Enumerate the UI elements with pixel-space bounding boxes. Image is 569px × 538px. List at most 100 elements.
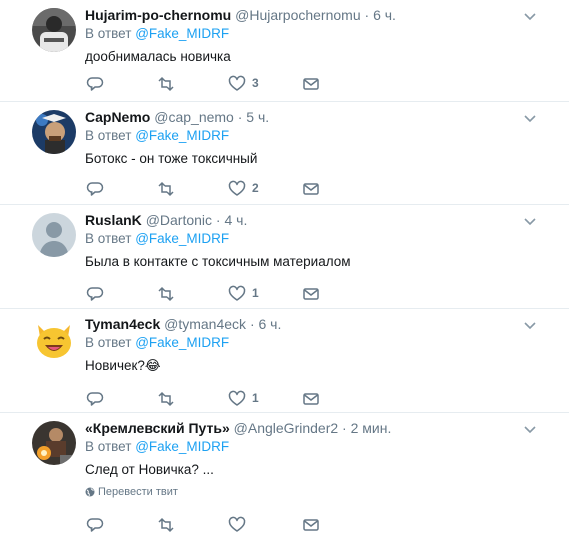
default-avatar-icon xyxy=(32,213,76,257)
avatar-image xyxy=(32,110,76,154)
like-count: 1 xyxy=(252,391,259,405)
reply-icon xyxy=(86,182,104,196)
dm-icon xyxy=(303,393,319,405)
tweet[interactable]: Hujarim-po-chernomu @Hujarpochernomu · 6… xyxy=(0,0,569,102)
display-name[interactable]: CapNemo xyxy=(85,109,150,125)
reply-context: В ответ @Fake_MIDRF xyxy=(85,25,229,43)
reply-context: В ответ @Fake_MIDRF xyxy=(85,334,229,352)
like-button[interactable]: 3 xyxy=(228,75,259,93)
timestamp[interactable]: 6 ч. xyxy=(373,7,396,23)
reply-button[interactable] xyxy=(86,390,104,408)
like-icon xyxy=(228,285,246,301)
retweet-icon xyxy=(158,517,174,533)
timestamp[interactable]: 2 мин. xyxy=(351,420,392,436)
separator-dot: · xyxy=(249,316,255,332)
separator-dot: · xyxy=(342,420,347,436)
reply-context: В ответ @Fake_MIDRF xyxy=(85,127,229,145)
retweet-icon xyxy=(158,391,174,407)
avatar-image xyxy=(32,421,76,465)
globe-icon xyxy=(85,487,95,501)
reply-prefix: В ответ xyxy=(85,439,132,454)
like-count: 2 xyxy=(252,181,259,195)
reply-mention-link[interactable]: @Fake_MIDRF xyxy=(135,128,229,143)
retweet-button[interactable] xyxy=(157,75,175,93)
user-handle[interactable]: @cap_nemo xyxy=(154,109,234,125)
reply-button[interactable] xyxy=(86,75,104,93)
reply-context: В ответ @Fake_MIDRF xyxy=(85,230,229,248)
avatar[interactable] xyxy=(32,8,76,52)
translate-tweet-link[interactable]: Перевести твит xyxy=(85,485,178,501)
direct-message-button[interactable] xyxy=(302,75,320,93)
retweet-button[interactable] xyxy=(157,285,175,303)
reply-prefix: В ответ xyxy=(85,335,132,350)
reply-mention-link[interactable]: @Fake_MIDRF xyxy=(135,26,229,41)
chevron-down-icon[interactable] xyxy=(524,421,536,437)
separator-dot: · xyxy=(215,212,221,228)
tweet-header: CapNemo @cap_nemo · 5 ч. xyxy=(85,108,269,126)
timestamp[interactable]: 6 ч. xyxy=(259,316,282,332)
reply-button[interactable] xyxy=(86,516,104,534)
retweet-button[interactable] xyxy=(157,180,175,198)
direct-message-button[interactable] xyxy=(302,516,320,534)
like-icon xyxy=(228,180,246,196)
like-button[interactable]: 2 xyxy=(228,180,259,198)
user-handle[interactable]: @AngleGrinder2 xyxy=(234,420,339,436)
chevron-down-icon[interactable] xyxy=(524,213,536,229)
dm-icon xyxy=(303,288,319,300)
display-name[interactable]: RuslanK xyxy=(85,212,142,228)
tweet-text: дообнималась новичка xyxy=(85,49,231,64)
user-handle[interactable]: @Dartonic xyxy=(146,212,212,228)
reply-icon xyxy=(86,287,104,301)
display-name[interactable]: Tyman4eck xyxy=(85,316,160,332)
like-count: 1 xyxy=(252,286,259,300)
dm-icon xyxy=(303,78,319,90)
tweet[interactable]: CapNemo @cap_nemo · 5 ч. В ответ @Fake_M… xyxy=(0,102,569,205)
tweet[interactable]: Tyman4eck @tyman4eck · 6 ч. В ответ @Fak… xyxy=(0,309,569,413)
like-button[interactable]: 1 xyxy=(228,285,259,303)
tweet-header: «Кремлевский Путь» @AngleGrinder2 · 2 ми… xyxy=(85,419,391,437)
retweet-button[interactable] xyxy=(157,516,175,534)
user-handle[interactable]: @Hujarpochernomu xyxy=(235,7,361,23)
reply-button[interactable] xyxy=(86,180,104,198)
tweet-text: Новичек?😂 xyxy=(85,358,161,373)
tweet-text: След от Новичка? ... xyxy=(85,462,214,477)
reply-icon xyxy=(86,518,104,532)
avatar[interactable] xyxy=(32,213,76,257)
retweet-icon xyxy=(158,181,174,197)
like-count: 3 xyxy=(252,76,259,90)
retweet-icon xyxy=(158,286,174,302)
display-name[interactable]: «Кремлевский Путь» xyxy=(85,420,230,436)
reply-mention-link[interactable]: @Fake_MIDRF xyxy=(135,231,229,246)
like-icon xyxy=(228,75,246,91)
tweet-header: RuslanK @Dartonic · 4 ч. xyxy=(85,211,247,229)
avatar[interactable] xyxy=(32,421,76,465)
avatar[interactable] xyxy=(32,110,76,154)
direct-message-button[interactable] xyxy=(302,390,320,408)
reply-mention-link[interactable]: @Fake_MIDRF xyxy=(135,439,229,454)
retweet-icon xyxy=(158,76,174,92)
tweet-header: Tyman4eck @tyman4eck · 6 ч. xyxy=(85,315,281,333)
reply-mention-link[interactable]: @Fake_MIDRF xyxy=(135,335,229,350)
retweet-button[interactable] xyxy=(157,390,175,408)
user-handle[interactable]: @tyman4eck xyxy=(164,316,246,332)
like-button[interactable]: 1 xyxy=(228,390,259,408)
display-name[interactable]: Hujarim-po-chernomu xyxy=(85,7,231,23)
avatar[interactable] xyxy=(32,317,76,361)
chevron-down-icon[interactable] xyxy=(524,8,536,24)
like-button[interactable] xyxy=(228,516,246,534)
tweet[interactable]: «Кремлевский Путь» @AngleGrinder2 · 2 ми… xyxy=(0,413,569,538)
direct-message-button[interactable] xyxy=(302,285,320,303)
reply-icon xyxy=(86,77,104,91)
direct-message-button[interactable] xyxy=(302,180,320,198)
tweet-text: Была в контакте с токсичным материалом xyxy=(85,254,351,269)
timestamp[interactable]: 5 ч. xyxy=(246,109,269,125)
like-icon xyxy=(228,390,246,406)
cat-emoji-avatar xyxy=(37,325,71,358)
chevron-down-icon[interactable] xyxy=(524,317,536,333)
reply-button[interactable] xyxy=(86,285,104,303)
timestamp[interactable]: 4 ч. xyxy=(224,212,247,228)
tweet-text: Ботокс - он тоже токсичный xyxy=(85,151,258,166)
chevron-down-icon[interactable] xyxy=(524,110,536,126)
tweet[interactable]: RuslanK @Dartonic · 4 ч. В ответ @Fake_M… xyxy=(0,205,569,309)
dm-icon xyxy=(303,519,319,531)
